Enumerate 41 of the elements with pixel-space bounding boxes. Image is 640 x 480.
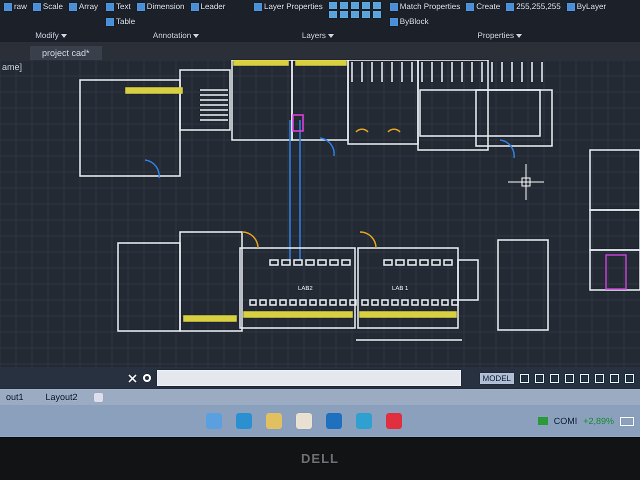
brand-logo: DELL <box>301 451 339 466</box>
ribbon-button[interactable]: 255,255,255 <box>516 2 561 11</box>
model-space-button[interactable]: MODEL <box>480 372 514 384</box>
file-tab[interactable]: project cad* <box>30 46 102 60</box>
stock-change: +2,89% <box>583 416 614 426</box>
caret-icon[interactable] <box>60 34 67 38</box>
ribbon-button[interactable]: ByLayer <box>576 2 606 11</box>
layout-tab[interactable]: Layout2 <box>40 391 84 403</box>
tool-icon <box>4 2 12 10</box>
tool-icon <box>254 2 262 10</box>
tool-icon <box>32 2 41 10</box>
tool-icon <box>68 2 77 10</box>
ribbon-button[interactable]: Scale <box>42 2 63 11</box>
ribbon-button[interactable]: Text <box>116 2 131 11</box>
layout-tab[interactable]: out1 <box>0 391 30 403</box>
viewport-label[interactable]: ame] <box>2 62 22 72</box>
ribbon-button[interactable]: Dimension <box>146 2 184 11</box>
ribbon-button[interactable]: Match Properties <box>400 2 460 11</box>
crosshair-cursor-icon <box>508 164 544 200</box>
close-icon[interactable] <box>128 374 137 382</box>
stock-name: COMI <box>554 416 578 426</box>
tool-icon <box>466 2 474 10</box>
ribbon-button[interactable]: Array <box>78 2 98 11</box>
ribbon-button[interactable]: Leader <box>200 2 226 11</box>
ribbon-button[interactable]: Create <box>476 2 500 11</box>
battery-icon[interactable] <box>620 416 634 426</box>
ribbon-button[interactable]: raw <box>14 2 27 11</box>
caret-icon[interactable] <box>328 34 334 38</box>
caret-icon[interactable] <box>193 34 200 38</box>
layer-tools-icon[interactable] <box>328 2 382 18</box>
ribbon-group-title[interactable]: Properties <box>478 31 514 40</box>
tool-icon <box>136 2 145 10</box>
ribbon-button[interactable]: Table <box>116 17 136 26</box>
stock-chart-icon <box>538 417 548 425</box>
ribbon-group-title[interactable]: Modify <box>35 31 59 40</box>
ribbon-button[interactable]: ByBlock <box>400 17 429 26</box>
ribbon-group-title[interactable]: Annotation <box>152 31 192 40</box>
command-input-field[interactable] <box>157 370 461 386</box>
tool-icon <box>190 2 198 10</box>
ribbon-button[interactable]: Layer Properties <box>264 2 323 11</box>
ribbon-group-title[interactable]: Layers <box>302 31 326 40</box>
